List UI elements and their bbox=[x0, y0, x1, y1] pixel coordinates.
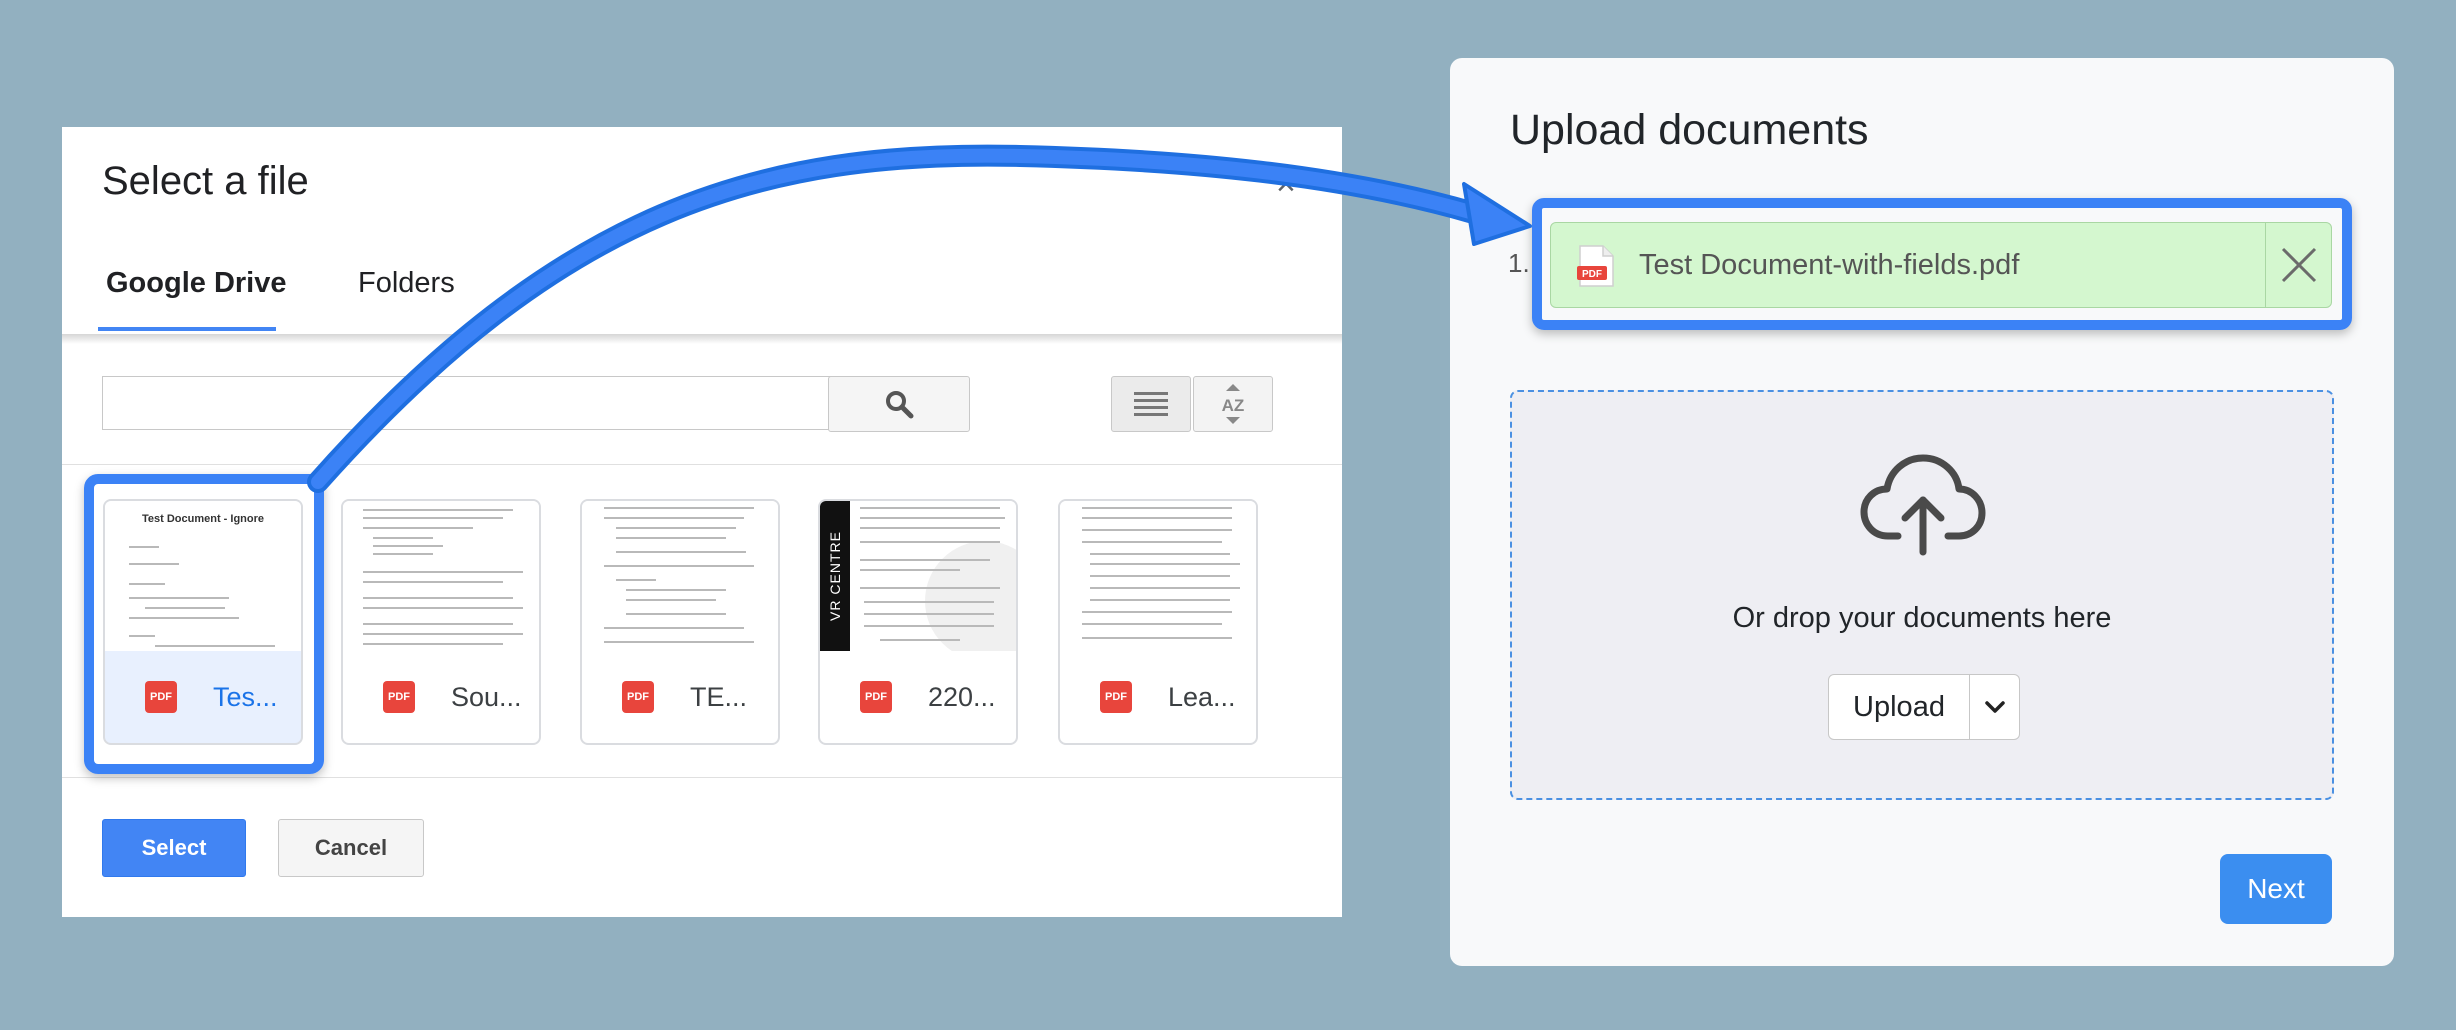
next-button[interactable]: Next bbox=[2220, 854, 2332, 924]
picker-title: Select a file bbox=[102, 159, 309, 203]
file-thumbnail: VR CENTRE bbox=[820, 501, 1016, 651]
close-icon[interactable]: × bbox=[1276, 167, 1296, 201]
footer-divider bbox=[62, 777, 1342, 778]
thumbnail-logo-band: VR CENTRE bbox=[820, 501, 850, 651]
drop-instructions: Or drop your documents here bbox=[1732, 602, 2112, 634]
file-thumbnail bbox=[1060, 501, 1256, 651]
search-button[interactable] bbox=[828, 376, 970, 432]
chevron-down-icon bbox=[1984, 701, 2005, 713]
file-card[interactable]: PDF Sou... bbox=[341, 499, 541, 745]
file-card[interactable]: VR CENTRE PDF 220... bbox=[818, 499, 1018, 745]
search-input[interactable] bbox=[102, 376, 836, 430]
cancel-button[interactable]: Cancel bbox=[278, 819, 424, 877]
side-tab bbox=[1324, 478, 1342, 534]
upload-item-number: 1. bbox=[1508, 248, 1530, 278]
list-view-icon bbox=[1134, 392, 1168, 416]
file-thumbnail bbox=[343, 501, 539, 651]
file-name: TE... bbox=[690, 681, 748, 712]
uploaded-item-highlight bbox=[1532, 198, 2352, 330]
search-icon bbox=[886, 391, 914, 419]
tabs-divider bbox=[62, 334, 1342, 344]
thumbnail-watermark bbox=[925, 541, 1016, 651]
pdf-icon: PDF bbox=[383, 681, 415, 713]
file-name: Sou... bbox=[451, 681, 522, 712]
file-card[interactable]: PDF Lea... bbox=[1058, 499, 1258, 745]
drop-zone[interactable]: Or drop your documents here Upload bbox=[1510, 390, 2334, 800]
select-button[interactable]: Select bbox=[102, 819, 246, 877]
active-tab-indicator bbox=[98, 327, 276, 331]
cloud-upload-icon bbox=[1860, 454, 1986, 556]
file-name: Lea... bbox=[1168, 681, 1236, 712]
upload-options-toggle[interactable] bbox=[1970, 674, 2020, 740]
selected-file-highlight bbox=[84, 474, 324, 774]
tab-google-drive[interactable]: Google Drive bbox=[106, 267, 287, 300]
upload-title: Upload documents bbox=[1510, 106, 1869, 154]
upload-panel: Upload documents 1. PDF Test Document-wi… bbox=[1450, 58, 2394, 966]
upload-button[interactable]: Upload bbox=[1828, 674, 1970, 740]
sort-az-icon: AZ bbox=[1222, 384, 1245, 424]
pdf-icon: PDF bbox=[622, 681, 654, 713]
upload-split-button: Upload bbox=[1828, 674, 2020, 740]
file-name: 220... bbox=[928, 681, 996, 712]
sort-button[interactable]: AZ bbox=[1193, 376, 1273, 432]
pdf-icon: PDF bbox=[1100, 681, 1132, 713]
file-thumbnail bbox=[582, 501, 778, 651]
pdf-icon: PDF bbox=[860, 681, 892, 713]
tab-folders[interactable]: Folders bbox=[358, 267, 455, 300]
svg-text:AZ: AZ bbox=[1222, 396, 1245, 415]
grid-divider bbox=[62, 464, 1342, 465]
file-card[interactable]: PDF TE... bbox=[580, 499, 780, 745]
list-view-button[interactable] bbox=[1111, 376, 1191, 432]
